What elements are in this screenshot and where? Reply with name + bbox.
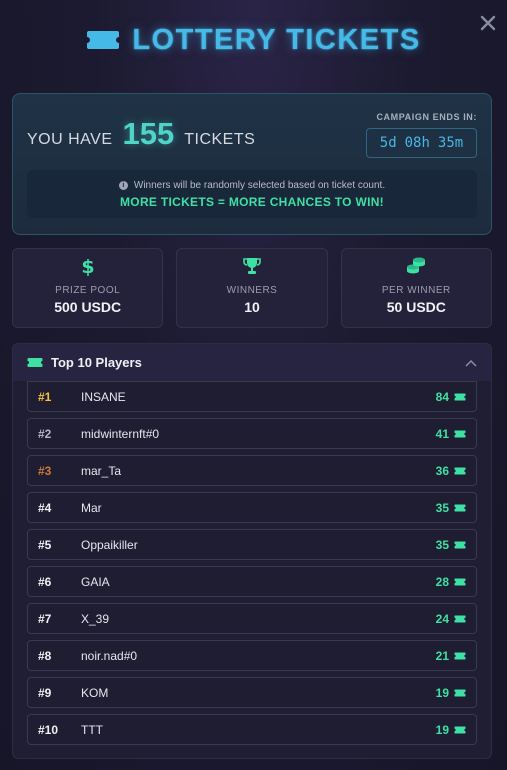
info-icon: i	[118, 180, 128, 190]
dollar-icon: $	[81, 256, 94, 276]
table-row: #6 GAIA 28	[27, 566, 477, 597]
stat-value: 50 USDC	[386, 299, 446, 315]
stat-value: 10	[244, 299, 260, 315]
table-row: #8 noir.nad#0 21	[27, 640, 477, 671]
stat-value: 500 USDC	[54, 299, 122, 315]
table-row: #2 midwinternft#0 41	[27, 418, 477, 449]
ticket-icon	[454, 393, 466, 400]
countdown-minutes: 35m	[437, 135, 464, 151]
leaderboard-title: Top 10 Players	[51, 355, 142, 370]
ticket-balance: YOU HAVE 155 TICKETS	[27, 116, 255, 152]
player-name: Mar	[81, 500, 102, 515]
rank-label: #10	[38, 722, 59, 737]
ticket-score: 41	[436, 427, 466, 441]
ticket-icon	[27, 358, 43, 367]
player-name: midwinternft#0	[81, 426, 160, 441]
ticket-icon	[454, 689, 466, 696]
ticket-score: 19	[436, 723, 466, 737]
stat-per-winner: PER WINNER 50 USDC	[340, 248, 492, 328]
stat-label: PRIZE POOL	[55, 285, 121, 296]
player-name: GAIA	[81, 574, 110, 589]
table-row: #9 KOM 19	[27, 677, 477, 708]
ticket-icon	[454, 578, 466, 585]
ticket-score: 84	[436, 390, 466, 404]
leaderboard-list: #1 INSANE 84 #2 midwinternft#0 41 #3 mar…	[13, 381, 491, 745]
table-row: #7 X_39 24	[27, 603, 477, 634]
rank-label: #8	[38, 648, 52, 663]
table-row: #3 mar_Ta 36	[27, 455, 477, 486]
svg-text:$: $	[81, 256, 94, 276]
player-name: noir.nad#0	[81, 648, 138, 663]
ticket-icon	[454, 467, 466, 474]
ticket-count: 155	[122, 116, 175, 151]
stat-label: WINNERS	[226, 285, 278, 296]
leaderboard-header[interactable]: Top 10 Players	[13, 344, 491, 381]
tickets-label: TICKETS	[184, 131, 256, 148]
ticket-icon	[454, 541, 466, 548]
ticket-icon	[454, 652, 466, 659]
rank-label: #5	[38, 537, 52, 552]
rank-label: #2	[38, 426, 52, 441]
ticket-icon	[454, 726, 466, 733]
info-highlight: MORE TICKETS = MORE CHANCES TO WIN!	[120, 194, 384, 209]
info-box: i Winners will be randomly selected base…	[27, 170, 477, 218]
table-row: #10 TTT 19	[27, 714, 477, 745]
rank-label: #4	[38, 500, 52, 515]
table-row: #4 Mar 35	[27, 492, 477, 523]
stat-winners: WINNERS 10	[176, 248, 328, 328]
rank-label: #3	[38, 463, 52, 478]
countdown-days: 5d	[379, 135, 397, 151]
player-name: X_39	[81, 611, 110, 626]
chevron-up-icon[interactable]	[465, 359, 477, 367]
you-have-label: YOU HAVE	[27, 131, 113, 148]
player-name: Oppaikiller	[81, 537, 138, 552]
page-title: LOTTERY TICKETS	[132, 23, 421, 56]
ticket-icon	[454, 430, 466, 437]
trophy-icon	[243, 258, 261, 274]
stat-label: PER WINNER	[381, 285, 451, 296]
ticket-summary-card: YOU HAVE 155 TICKETS CAMPAIGN ENDS IN: 5…	[12, 93, 492, 235]
leaderboard-panel: Top 10 Players #1 INSANE 84 #2 midwinter…	[12, 343, 492, 759]
player-name: KOM	[81, 685, 109, 700]
ticket-score: 21	[436, 649, 466, 663]
rank-label: #9	[38, 685, 52, 700]
ticket-score: 28	[436, 575, 466, 589]
stats-row: $ PRIZE POOL 500 USDC WINNERS 10 PER WIN…	[12, 248, 492, 328]
ticket-icon	[454, 615, 466, 622]
ticket-score: 36	[436, 464, 466, 478]
countdown-hours: 08h	[404, 135, 430, 151]
campaign-ends-label: CAMPAIGN ENDS IN:	[376, 112, 477, 122]
ticket-score: 35	[436, 501, 466, 515]
rank-label: #7	[38, 611, 52, 626]
info-text: Winners will be randomly selected based …	[133, 179, 386, 191]
ticket-score: 35	[436, 538, 466, 552]
ticket-score: 24	[436, 612, 466, 626]
table-row: #1 INSANE 84	[27, 381, 477, 412]
ticket-score: 19	[436, 686, 466, 700]
stat-prize-pool: $ PRIZE POOL 500 USDC	[12, 248, 164, 328]
ticket-icon	[454, 504, 466, 511]
rank-label: #1	[38, 389, 52, 404]
player-name: TTT	[81, 722, 103, 737]
ticket-icon	[87, 31, 120, 49]
player-name: INSANE	[81, 389, 126, 404]
rank-label: #6	[38, 574, 52, 589]
table-row: #5 Oppaikiller 35	[27, 529, 477, 560]
coins-icon	[407, 257, 426, 274]
countdown-timer: 5d 08h 35m	[366, 128, 477, 158]
page-header: LOTTERY TICKETS	[0, 22, 507, 58]
player-name: mar_Ta	[81, 463, 122, 478]
